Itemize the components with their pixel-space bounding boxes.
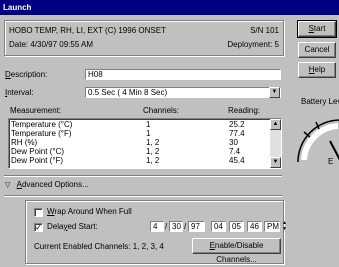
start-month-field[interactable]: 4: [150, 221, 164, 232]
delayed-start-checkbox[interactable]: ✓: [34, 223, 43, 232]
chevron-down-icon[interactable]: ▼: [269, 87, 280, 98]
header-measurement: Measurement:: [10, 106, 62, 115]
reading-cell: 25.2: [229, 120, 245, 129]
measurement-table: Measurement: Channels: Reading: Temperat…: [4, 102, 282, 172]
table-row[interactable]: Temperature (°C) 1 25.2: [11, 120, 266, 129]
table-row[interactable]: Dew Point (°F) 1, 2 45.4: [11, 156, 266, 165]
divider-highlight: [4, 176, 282, 177]
interval-value: 0.5 Sec ( 4 Min 8 Sec): [88, 88, 168, 97]
interval-select[interactable]: 0.5 Sec ( 4 Min 8 Sec) ▼: [85, 87, 281, 98]
enabled-channels-text: Current Enabled Channels: 1, 2, 3, 4: [34, 242, 164, 251]
wrap-around-checkbox[interactable]: [34, 208, 43, 217]
header-reading: Reading:: [228, 106, 261, 115]
launch-date: Date: 4/30/97 09:55 AM: [9, 40, 94, 49]
table-row[interactable]: RH (%) 1, 2 30: [11, 138, 266, 147]
device-name: HOBO TEMP, RH, LI, EXT (C) 1996 ONSET: [9, 26, 166, 35]
start-button[interactable]: Start: [297, 20, 337, 38]
battery-empty-label: E: [328, 157, 334, 166]
logger-info-panel: HOBO TEMP, RH, LI, EXT (C) 1996 ONSET S/…: [4, 20, 284, 56]
measurement-cell: Temperature (°F): [11, 129, 72, 138]
window-title: Launch: [0, 0, 339, 15]
table-row[interactable]: Temperature (°F) 1 77.4: [11, 129, 266, 138]
header-channels: Channels:: [143, 106, 180, 115]
start-day-field[interactable]: 30: [169, 221, 183, 232]
delayed-start-label: Delayed Start:: [47, 222, 98, 231]
scroll-up-icon[interactable]: ▲: [270, 119, 281, 130]
start-second-field[interactable]: 46: [247, 221, 262, 232]
list-scrollbar[interactable]: ▲ ▼: [270, 119, 281, 168]
reading-cell: 77.4: [229, 129, 245, 138]
description-input[interactable]: H08: [85, 69, 281, 80]
start-hour-field[interactable]: 04: [211, 221, 226, 232]
reading-cell: 30: [229, 138, 238, 147]
channels-cell: 1: [146, 129, 151, 138]
channels-cell: 1, 2: [146, 147, 160, 156]
scroll-down-icon[interactable]: ▼: [270, 157, 281, 168]
deployment-number: Deployment: 5: [227, 40, 279, 49]
spin-down-icon[interactable]: ▼: [281, 227, 288, 232]
wrap-around-label: Wrap Around When Full: [47, 207, 132, 216]
date-separator: /: [165, 222, 168, 231]
table-row[interactable]: Dew Point (°C) 1, 2 7.4: [11, 147, 266, 156]
start-ampm-field[interactable]: PM: [264, 221, 280, 232]
channels-cell: 1: [146, 120, 151, 129]
serial-number: S/N 101: [250, 26, 279, 35]
triangle-down-icon: ▽: [5, 182, 11, 189]
time-spinner[interactable]: ▲ ▼: [281, 221, 288, 232]
reading-cell: 7.4: [229, 147, 241, 156]
start-minute-field[interactable]: 05: [229, 221, 244, 232]
measurement-cell: Dew Point (°C): [11, 147, 64, 156]
enable-channels-button[interactable]: Enable/Disable Channels...: [192, 238, 281, 264]
channels-cell: 1, 2: [146, 156, 160, 165]
description-label: Description:: [5, 70, 48, 79]
measurement-cell: Temperature (°C): [11, 120, 73, 129]
measurement-cell: RH (%): [11, 138, 38, 147]
help-button[interactable]: Help: [298, 62, 336, 78]
advanced-options-toggle[interactable]: ▽ Advanced Options...: [5, 180, 89, 191]
divider-highlight: [4, 196, 282, 197]
interval-label: Interval:: [5, 88, 34, 97]
battery-level-label: Battery Lev: [301, 97, 339, 106]
measurement-list[interactable]: Temperature (°C) 1 25.2 Temperature (°F) 1 77…: [8, 118, 282, 169]
cancel-button[interactable]: Cancel: [298, 42, 336, 58]
channels-cell: 1, 2: [146, 138, 160, 147]
date-separator: /: [184, 222, 187, 231]
reading-cell: 45.4: [229, 156, 245, 165]
start-year-field[interactable]: 97: [188, 221, 205, 232]
measurement-cell: Dew Point (°F): [11, 156, 64, 165]
